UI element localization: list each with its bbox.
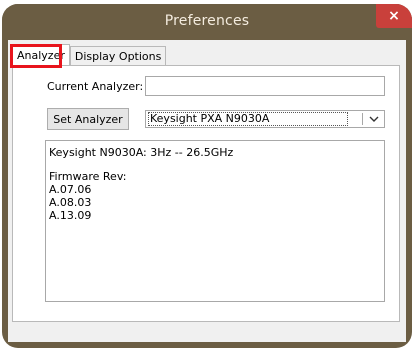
dialog-body: Analyzer Display Options Current Analyze… <box>8 40 406 342</box>
firmware-version: A.07.06 <box>49 183 92 196</box>
analyzer-model-line: Keysight N9030A: 3Hz -- 26.5GHz <box>49 146 234 159</box>
chevron-down-icon[interactable] <box>369 114 379 124</box>
tab-display-options[interactable]: Display Options <box>69 46 167 65</box>
tab-analyzer[interactable]: Analyzer <box>12 44 70 65</box>
firmware-label: Firmware Rev: <box>49 170 127 183</box>
current-analyzer-field[interactable] <box>145 76 385 96</box>
close-icon: × <box>388 8 400 24</box>
tab-display-options-label: Display Options <box>74 49 162 63</box>
firmware-version: A.08.03 <box>49 196 92 209</box>
firmware-version: A.13.09 <box>49 209 92 222</box>
set-analyzer-button[interactable]: Set Analyzer <box>47 108 129 130</box>
set-analyzer-button-label: Set Analyzer <box>53 112 123 126</box>
preferences-window: Preferences × Analyzer Display Options C… <box>2 4 412 348</box>
current-analyzer-label: Current Analyzer: <box>47 80 144 93</box>
analyzer-select-value: Keysight PXA N9030A <box>148 112 348 126</box>
tab-analyzer-label: Analyzer <box>17 48 65 62</box>
select-divider <box>362 113 363 125</box>
window-title: Preferences <box>164 13 250 29</box>
tab-strip: Analyzer Display Options <box>12 44 167 66</box>
analyzer-select[interactable]: Keysight PXA N9030A <box>145 110 385 128</box>
title-bar[interactable]: Preferences × <box>2 4 412 40</box>
analyzer-tab-panel: Current Analyzer: Set Analyzer Keysight … <box>12 65 400 322</box>
close-button[interactable]: × <box>376 4 412 28</box>
analyzer-info-box[interactable]: Keysight N9030A: 3Hz -- 26.5GHz Firmware… <box>45 140 385 302</box>
